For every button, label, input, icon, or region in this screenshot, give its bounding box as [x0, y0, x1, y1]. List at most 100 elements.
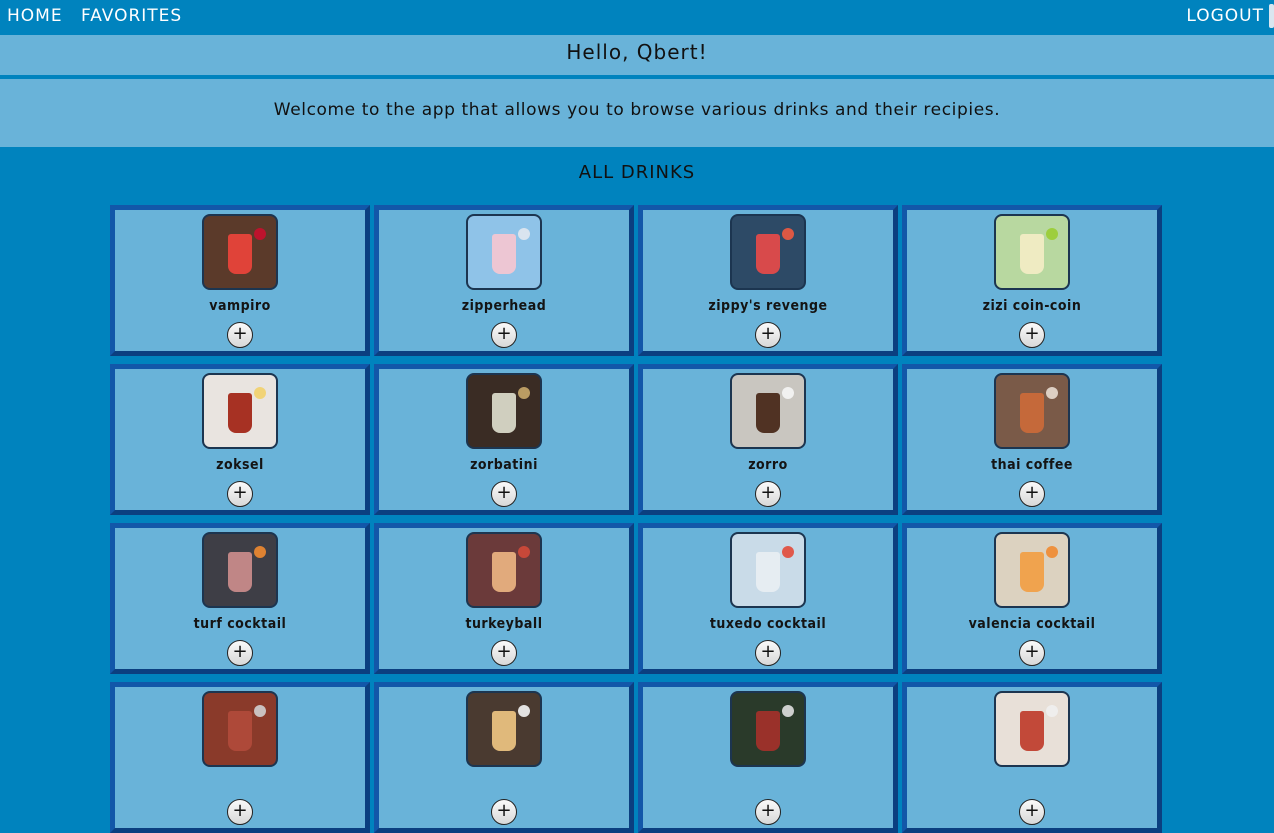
drink-thumbnail[interactable] — [994, 691, 1070, 767]
drink-garnish-shape — [254, 705, 266, 717]
drink-card[interactable]: + — [110, 682, 370, 833]
add-favorite-button[interactable]: + — [1019, 799, 1045, 825]
drink-glass-shape — [228, 552, 252, 592]
drink-glass-shape — [1020, 711, 1044, 751]
drink-glass-shape — [756, 234, 780, 274]
drink-card[interactable]: zizi coin-coin + — [902, 205, 1162, 356]
nav-home-link[interactable]: HOME — [7, 6, 63, 26]
drink-thumbnail[interactable] — [202, 532, 278, 608]
drink-name: zoksel — [216, 457, 264, 473]
drink-name: tuxedo cocktail — [709, 616, 827, 632]
add-favorite-button[interactable]: + — [1019, 481, 1045, 507]
drink-glass-shape — [492, 234, 516, 274]
drink-garnish-shape — [1046, 705, 1058, 717]
drink-garnish-shape — [782, 546, 794, 558]
greeting-banner: Hello, Qbert! — [0, 35, 1274, 75]
drink-garnish-shape — [518, 387, 530, 399]
drink-name: zorbatini — [470, 457, 538, 473]
drink-card[interactable]: + — [374, 682, 634, 833]
drink-garnish-shape — [518, 705, 530, 717]
drink-garnish-shape — [518, 228, 530, 240]
add-favorite-button[interactable]: + — [227, 481, 253, 507]
drink-thumbnail[interactable] — [202, 373, 278, 449]
drink-name: valencia cocktail — [968, 616, 1096, 632]
drink-card[interactable]: valencia cocktail + — [902, 523, 1162, 674]
drink-garnish-shape — [782, 387, 794, 399]
drink-card[interactable]: zorbatini + — [374, 364, 634, 515]
drink-garnish-shape — [518, 546, 530, 558]
drink-thumbnail[interactable] — [730, 214, 806, 290]
drink-card[interactable]: turf cocktail + — [110, 523, 370, 674]
add-favorite-button[interactable]: + — [1019, 322, 1045, 348]
drink-name: zorro — [748, 457, 788, 473]
add-favorite-button[interactable]: + — [755, 481, 781, 507]
add-favorite-button[interactable]: + — [227, 799, 253, 825]
add-favorite-button[interactable]: + — [227, 640, 253, 666]
drink-glass-shape — [492, 552, 516, 592]
add-favorite-button[interactable]: + — [491, 799, 517, 825]
drink-glass-shape — [756, 552, 780, 592]
welcome-text: Welcome to the app that allows you to br… — [273, 100, 1001, 120]
drink-thumbnail[interactable] — [730, 532, 806, 608]
section-title: ALL DRINKS — [578, 162, 696, 183]
drink-thumbnail[interactable] — [466, 532, 542, 608]
scrollbar-thumb[interactable] — [1269, 4, 1274, 28]
drink-card[interactable]: zorro + — [638, 364, 898, 515]
drink-thumbnail[interactable] — [466, 373, 542, 449]
drink-name: thai coffee — [991, 457, 1073, 473]
add-favorite-button[interactable]: + — [1019, 640, 1045, 666]
drink-name: turkeyball — [465, 616, 543, 632]
greeting-heading: Hello, Qbert! — [566, 40, 708, 64]
drinks-grid: vampiro + zipperhead + zippy's revenge + zizi … — [110, 205, 1166, 833]
add-favorite-button[interactable]: + — [491, 640, 517, 666]
drink-garnish-shape — [254, 387, 266, 399]
add-favorite-button[interactable]: + — [491, 322, 517, 348]
drink-thumbnail[interactable] — [202, 691, 278, 767]
drink-garnish-shape — [1046, 228, 1058, 240]
drink-glass-shape — [228, 711, 252, 751]
drink-card[interactable]: zipperhead + — [374, 205, 634, 356]
drink-garnish-shape — [782, 705, 794, 717]
drink-glass-shape — [228, 393, 252, 433]
add-favorite-button[interactable]: + — [227, 322, 253, 348]
drink-glass-shape — [492, 393, 516, 433]
drink-garnish-shape — [1046, 546, 1058, 558]
nav-logout-link[interactable]: LOGOUT — [1186, 6, 1264, 26]
drink-thumbnail[interactable] — [202, 214, 278, 290]
drink-garnish-shape — [254, 228, 266, 240]
drink-name: zippy's revenge — [708, 298, 828, 314]
drink-glass-shape — [1020, 234, 1044, 274]
drink-thumbnail[interactable] — [994, 373, 1070, 449]
add-favorite-button[interactable]: + — [755, 799, 781, 825]
drink-card[interactable]: zoksel + — [110, 364, 370, 515]
drink-glass-shape — [1020, 552, 1044, 592]
drink-thumbnail[interactable] — [994, 214, 1070, 290]
drink-card[interactable]: thai coffee + — [902, 364, 1162, 515]
drink-card[interactable]: + — [638, 682, 898, 833]
drink-card[interactable]: tuxedo cocktail + — [638, 523, 898, 674]
welcome-banner: Welcome to the app that allows you to br… — [0, 79, 1274, 147]
drink-glass-shape — [492, 711, 516, 751]
drink-card[interactable]: zippy's revenge + — [638, 205, 898, 356]
drink-garnish-shape — [254, 546, 266, 558]
drink-thumbnail[interactable] — [466, 691, 542, 767]
top-navbar: HOME FAVORITES LOGOUT — [0, 0, 1274, 34]
add-favorite-button[interactable]: + — [755, 640, 781, 666]
drink-card[interactable]: vampiro + — [110, 205, 370, 356]
drink-glass-shape — [228, 234, 252, 274]
drink-thumbnail[interactable] — [466, 214, 542, 290]
add-favorite-button[interactable]: + — [491, 481, 517, 507]
drink-glass-shape — [756, 711, 780, 751]
drink-thumbnail[interactable] — [994, 532, 1070, 608]
drink-name: zizi coin-coin — [982, 298, 1082, 314]
drink-garnish-shape — [1046, 387, 1058, 399]
nav-favorites-link[interactable]: FAVORITES — [81, 6, 182, 26]
drink-glass-shape — [756, 393, 780, 433]
drink-card[interactable]: + — [902, 682, 1162, 833]
add-favorite-button[interactable]: + — [755, 322, 781, 348]
drink-card[interactable]: turkeyball + — [374, 523, 634, 674]
drink-name: turf cocktail — [193, 616, 287, 632]
drink-thumbnail[interactable] — [730, 373, 806, 449]
drink-thumbnail[interactable] — [730, 691, 806, 767]
drink-glass-shape — [1020, 393, 1044, 433]
